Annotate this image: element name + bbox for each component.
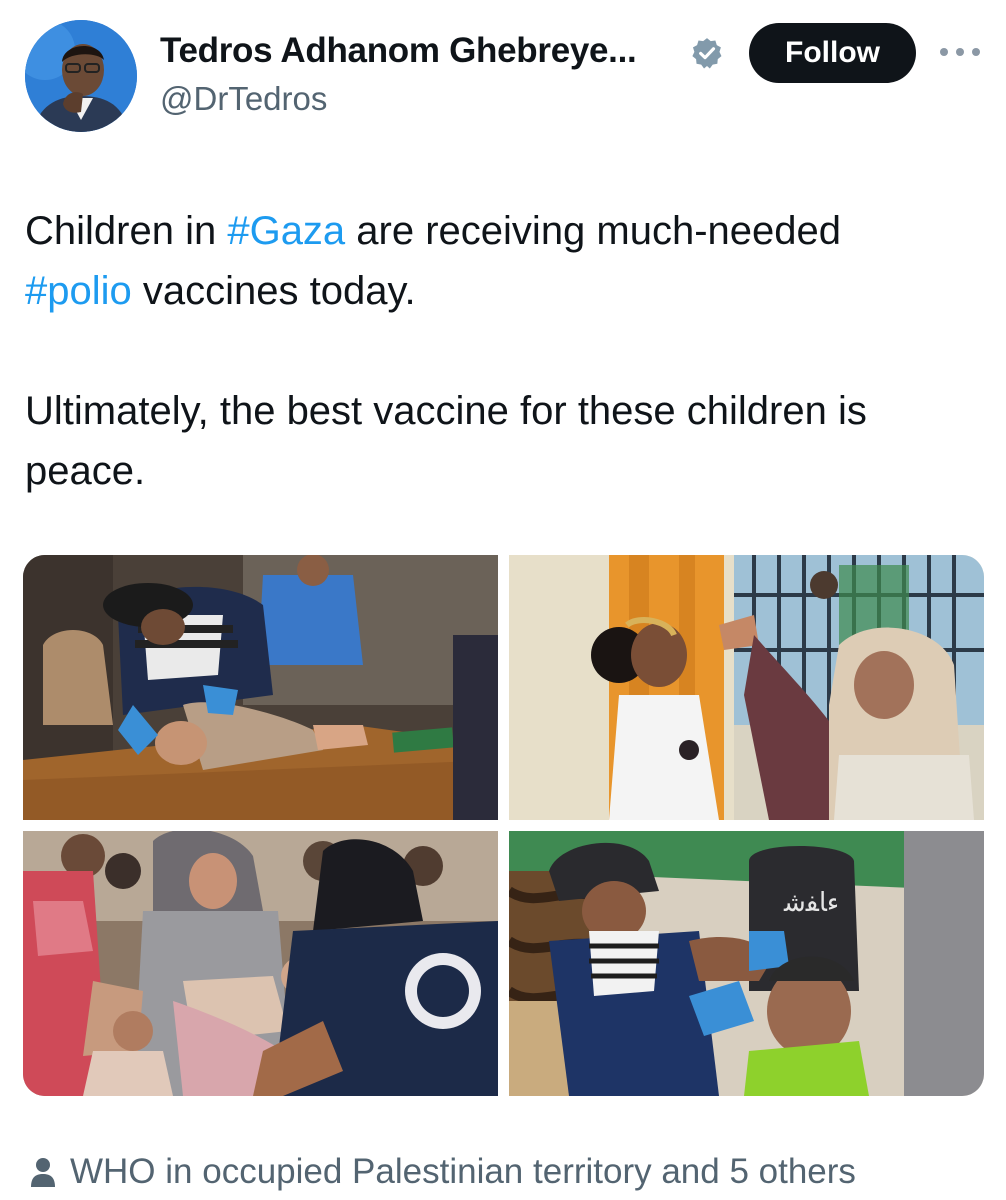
more-options-icon[interactable] <box>940 40 980 64</box>
author-handle[interactable]: @DrTedros <box>160 80 327 118</box>
follow-button[interactable]: Follow <box>749 23 916 83</box>
avatar-photo <box>25 20 137 132</box>
tweet-paragraph-1: Children in #Gaza are receiving much-nee… <box>25 201 985 321</box>
author-avatar[interactable] <box>25 20 137 132</box>
svg-text:ﺀﺎﻔﺷ: ﺀﺎﻔﺷ <box>783 888 839 918</box>
media-grid: ﺀﺎﻔﺷ <box>23 555 984 1096</box>
hashtag-gaza-link[interactable]: #Gaza <box>227 209 345 253</box>
tweet-text-segment: Children in <box>25 209 228 253</box>
photo-boy-vaccination[interactable]: ﺀﺎﻔﺷ <box>509 831 984 1096</box>
author-name[interactable]: Tedros Adhanom Ghebreye... <box>160 31 637 71</box>
tweet-text: Children in #Gaza are receiving much-nee… <box>25 201 985 501</box>
photo-baby-vaccination[interactable] <box>23 555 498 820</box>
more-dot <box>956 48 964 56</box>
tweet-text-segment: vaccines today. <box>131 269 416 313</box>
tweet-text-segment: are receiving much-needed <box>345 209 842 253</box>
tweet-paragraph-2: Ultimately, the best vaccine for these c… <box>25 389 867 493</box>
more-dot <box>940 48 948 56</box>
verified-badge-icon[interactable] <box>690 36 724 70</box>
photo-crowd-vaccination[interactable] <box>23 831 498 1096</box>
more-dot <box>972 48 980 56</box>
hashtag-polio-link[interactable]: #polio <box>25 269 132 313</box>
social-context-text: WHO in occupied Palestinian territory an… <box>70 1152 856 1191</box>
social-context[interactable]: WHO in occupied Palestinian territory an… <box>30 1148 856 1196</box>
photo-girl-vaccination[interactable] <box>509 555 984 820</box>
person-icon <box>31 1158 55 1187</box>
